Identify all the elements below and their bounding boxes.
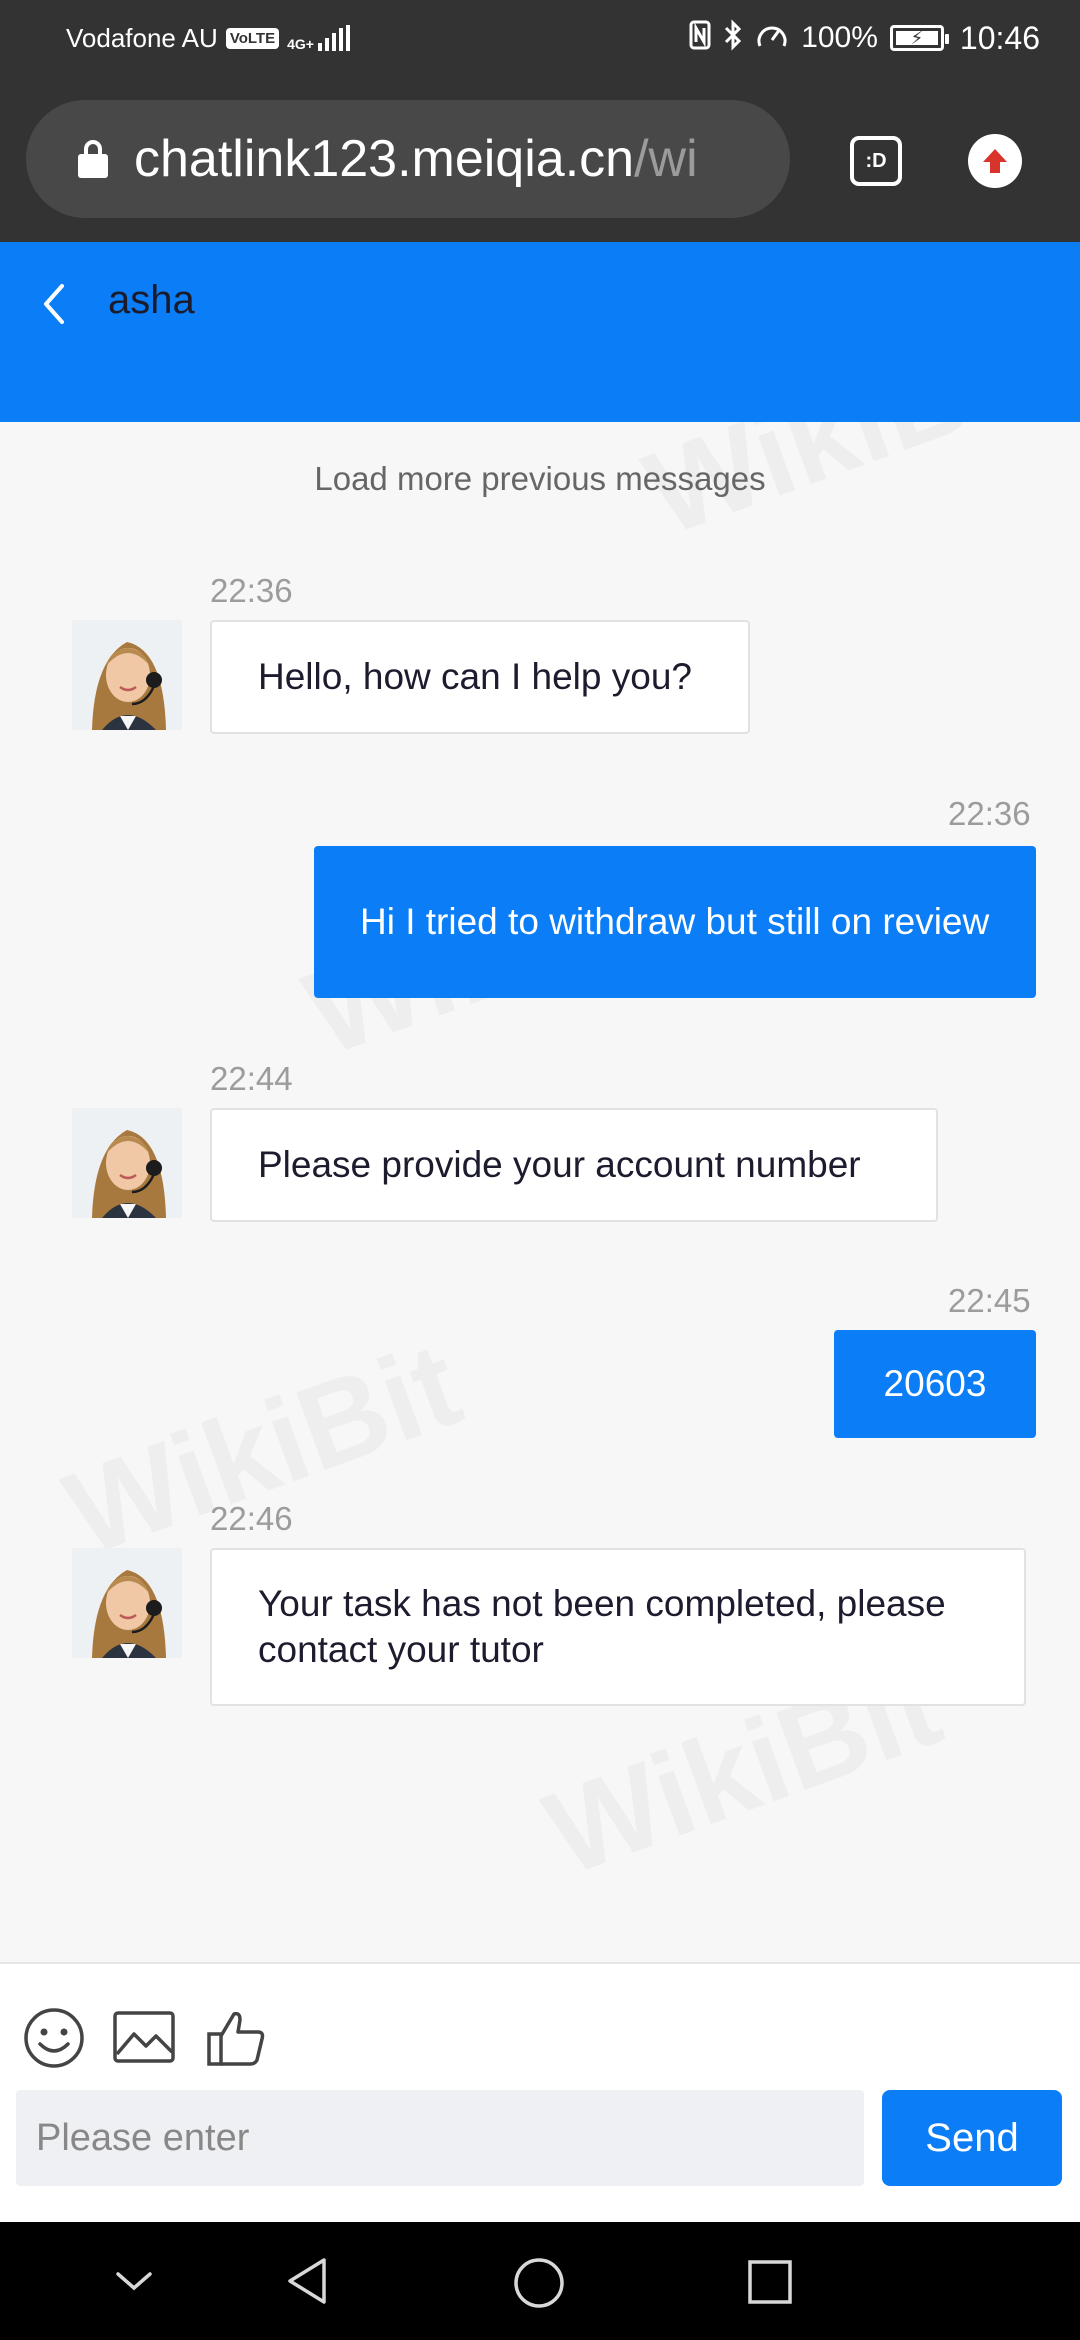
agent-avatar (72, 1548, 182, 1658)
nfc-icon (689, 20, 711, 57)
message-time: 22:46 (210, 1500, 293, 1537)
signal-bars-icon (317, 25, 350, 51)
back-arrow-icon[interactable] (40, 278, 68, 335)
lock-icon (78, 140, 108, 178)
message-time: 22:44 (210, 1060, 293, 1097)
volte-badge: VoLTE (225, 27, 280, 49)
watermark: WikiBit (49, 1315, 477, 1583)
agent-avatar (72, 1108, 182, 1218)
recents-square-icon[interactable] (746, 2258, 794, 2311)
chat-title: asha (108, 278, 195, 322)
chevron-down-icon[interactable] (114, 2270, 154, 2299)
url-host: chatlink123.meiqia.cn (134, 130, 635, 188)
message-text: Your task has not been completed, please… (258, 1583, 946, 1670)
update-arrow-icon[interactable] (968, 134, 1022, 188)
emoji-icon[interactable] (22, 2006, 86, 2075)
signal-indicator: 4G+ (287, 25, 350, 51)
user-message: 20603 (834, 1330, 1036, 1438)
chat-header (0, 242, 1080, 422)
agent-message: Please provide your account number (210, 1108, 938, 1222)
user-message: Hi I tried to withdraw but still on revi… (314, 846, 1036, 998)
browser-bar: chatlink123.meiqia.cn/wi :D (0, 76, 1080, 242)
network-type: 4G+ (287, 36, 314, 52)
battery-percent: 100% (801, 21, 878, 54)
back-triangle-icon[interactable] (284, 2256, 330, 2311)
status-right: 100% ⚡ 10:46 (689, 18, 1040, 58)
battery-icon: ⚡ (889, 25, 949, 51)
message-text: Hi I tried to withdraw but still on revi… (360, 901, 990, 942)
message-time: 22:45 (948, 1282, 1031, 1319)
url-text: chatlink123.meiqia.cn/wi (134, 129, 698, 189)
message-input[interactable] (16, 2090, 864, 2186)
message-text: Please provide your account number (258, 1144, 861, 1185)
message-time: 22:36 (210, 572, 293, 609)
address-bar[interactable]: chatlink123.meiqia.cn/wi (26, 100, 790, 218)
status-bar: Vodafone AU VoLTE 4G+ 100% ⚡ 10:46 (0, 0, 1080, 76)
agent-message: Your task has not been completed, please… (210, 1548, 1026, 1706)
home-circle-icon[interactable] (512, 2256, 566, 2315)
bluetooth-icon (723, 18, 743, 58)
speed-icon (755, 20, 789, 57)
message-time: 22:36 (948, 795, 1031, 832)
navigation-bar (0, 2222, 1080, 2340)
send-button[interactable]: Send (882, 2090, 1062, 2186)
message-text: Hello, how can I help you? (258, 656, 692, 697)
carrier-name: Vodafone AU (66, 22, 218, 53)
image-icon[interactable] (112, 2008, 176, 2073)
load-more-link[interactable]: Load more previous messages (0, 460, 1080, 498)
agent-message: Hello, how can I help you? (210, 620, 750, 734)
url-path: /wi (634, 130, 698, 188)
clock: 10:46 (959, 19, 1040, 56)
tab-switcher-icon[interactable]: :D (850, 136, 902, 186)
message-text: 20603 (883, 1363, 987, 1404)
agent-avatar (72, 620, 182, 730)
thumbs-up-icon[interactable] (204, 2006, 268, 2075)
